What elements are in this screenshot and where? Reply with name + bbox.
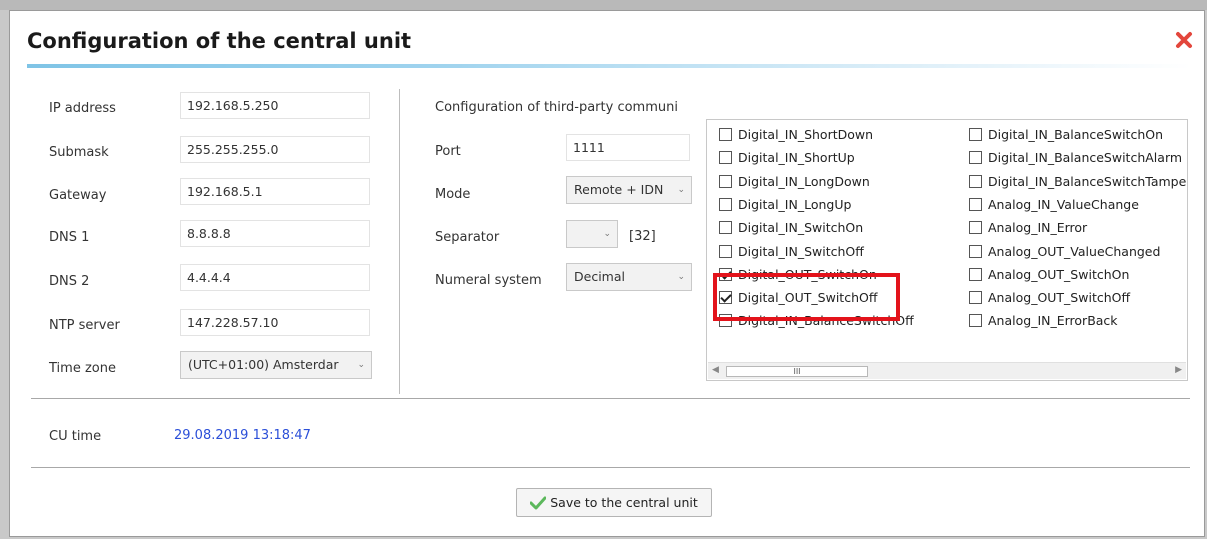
event-checkbox-item[interactable]: Digital_IN_LongUp [719,197,851,212]
dns2-input[interactable]: 4.4.4.4 [180,264,370,291]
dns2-label: DNS 2 [49,274,90,289]
event-label: Digital_IN_ShortUp [738,150,855,166]
numeral-label: Numeral system [435,273,542,288]
title-underline [27,64,1191,68]
horizontal-scrollbar[interactable]: ◀ III ▶ [708,362,1186,379]
numeral-dropdown[interactable]: Decimal ⌄ [566,263,692,291]
event-checkbox-item[interactable]: Analog_OUT_ValueChanged [969,244,1160,259]
mode-label: Mode [435,187,471,202]
event-checkbox-item[interactable]: Analog_IN_ValueChange [969,197,1139,212]
event-label: Analog_OUT_SwitchOn [988,266,1130,282]
event-checkbox-item[interactable]: Digital_IN_ShortDown [719,127,873,142]
third-party-heading: Configuration of third-party communi [435,100,678,115]
ip-label: IP address [49,101,116,116]
divider-bottom [31,467,1190,468]
event-label: Digital_IN_ShortDown [738,127,874,142]
divider-top [31,398,1190,399]
gateway-label: Gateway [49,188,107,203]
event-checkbox-item[interactable]: Digital_IN_BalanceSwitchTampe [969,174,1186,189]
checkbox-unchecked[interactable] [719,221,732,235]
checkbox-unchecked[interactable] [719,244,732,258]
checkbox-unchecked[interactable] [969,314,982,328]
config-dialog: Configuration of the central unit IP add… [9,10,1205,537]
checkbox-unchecked[interactable] [969,221,982,235]
event-checkbox-item[interactable]: Analog_IN_ErrorBack [969,313,1118,328]
event-label: Digital_IN_LongUp [738,196,852,212]
mode-dropdown[interactable]: Remote + IDN ⌄ [566,176,692,204]
checkbox-unchecked[interactable] [969,197,982,211]
ntp-input[interactable]: 147.228.57.10 [180,309,370,336]
cu-time-value: 29.08.2019 13:18:47 [174,428,311,443]
event-checkbox-item[interactable]: Digital_IN_SwitchOff [719,244,864,259]
checkbox-unchecked[interactable] [969,291,982,305]
submask-input[interactable]: 255.255.255.0 [180,136,370,163]
event-label: Analog_IN_Error [988,220,1088,236]
save-button[interactable]: Save to the central unit [516,488,712,517]
gateway-input[interactable]: 192.168.5.1 [180,178,370,205]
checkbox-unchecked[interactable] [969,267,982,281]
background-window-strip [0,0,1207,10]
highlight-box [713,273,900,321]
scroll-thumb[interactable]: III [726,366,868,377]
event-checkbox-item[interactable]: Digital_IN_BalanceSwitchOn [969,127,1163,142]
checkbox-unchecked[interactable] [969,151,982,165]
event-checkbox-item[interactable]: Digital_IN_BalanceSwitchAlarm [969,150,1182,165]
event-checkbox-item[interactable]: Digital_IN_ShortUp [719,150,855,165]
checkbox-unchecked[interactable] [719,197,732,211]
scroll-left-icon[interactable]: ◀ [712,365,719,375]
mode-value: Remote + IDN [574,182,664,197]
event-checkbox-item[interactable]: Analog_OUT_SwitchOn [969,267,1129,282]
port-input[interactable]: 1111 [566,134,690,161]
dns1-label: DNS 1 [49,230,90,245]
ntp-label: NTP server [49,318,120,333]
save-label: Save to the central unit [550,495,698,510]
numeral-value: Decimal [574,269,625,284]
event-label: Digital_IN_LongDown [738,173,870,189]
separator-code: [32] [629,229,656,244]
separator-dropdown[interactable]: ⌄ [566,220,618,248]
port-label: Port [435,144,461,159]
timezone-dropdown[interactable]: (UTC+01:00) Amsterdar ⌄ [180,351,372,379]
checkbox-unchecked[interactable] [969,128,982,141]
event-label: Analog_IN_ValueChange [988,196,1139,212]
chevron-down-icon: ⌄ [677,185,685,195]
chevron-down-icon: ⌄ [677,272,685,282]
chevron-down-icon: ⌄ [357,360,365,370]
event-label: Digital_IN_BalanceSwitchAlarm [988,150,1183,166]
event-label: Analog_OUT_ValueChanged [988,243,1161,259]
checkbox-unchecked[interactable] [969,244,982,258]
event-label: Digital_IN_SwitchOff [738,243,864,259]
cu-time-label: CU time [49,429,102,444]
event-checkbox-item[interactable]: Analog_IN_Error [969,220,1087,235]
timezone-value: (UTC+01:00) Amsterdar [188,357,339,372]
close-icon[interactable] [1174,30,1194,50]
dialog-title: Configuration of the central unit [27,29,412,53]
ip-input[interactable]: 192.168.5.250 [180,92,370,119]
event-label: Analog_OUT_SwitchOff [988,290,1131,306]
timezone-label: Time zone [49,361,116,376]
checkbox-unchecked[interactable] [719,174,732,188]
checkbox-unchecked[interactable] [719,128,732,141]
vertical-divider [399,89,400,394]
event-checkbox-item[interactable]: Digital_IN_LongDown [719,174,870,189]
event-checkbox-item[interactable]: Digital_IN_SwitchOn [719,220,863,235]
separator-label: Separator [435,230,500,245]
checkbox-unchecked[interactable] [719,151,732,165]
event-label: Digital_IN_BalanceSwitchOn [988,127,1164,142]
event-label: Digital_IN_BalanceSwitchTampe [988,173,1187,189]
event-checkbox-item[interactable]: Analog_OUT_SwitchOff [969,290,1130,305]
dns1-input[interactable]: 8.8.8.8 [180,220,370,247]
events-checklist[interactable]: Digital_IN_ShortDown Digital_IN_ShortUp Di… [706,119,1188,381]
chevron-down-icon: ⌄ [603,229,611,239]
checkmark-icon [530,496,547,509]
scroll-right-icon[interactable]: ▶ [1175,365,1182,375]
event-label: Digital_IN_SwitchOn [738,220,864,236]
event-label: Analog_IN_ErrorBack [988,313,1118,329]
checkbox-unchecked[interactable] [969,174,982,188]
submask-label: Submask [49,145,109,160]
